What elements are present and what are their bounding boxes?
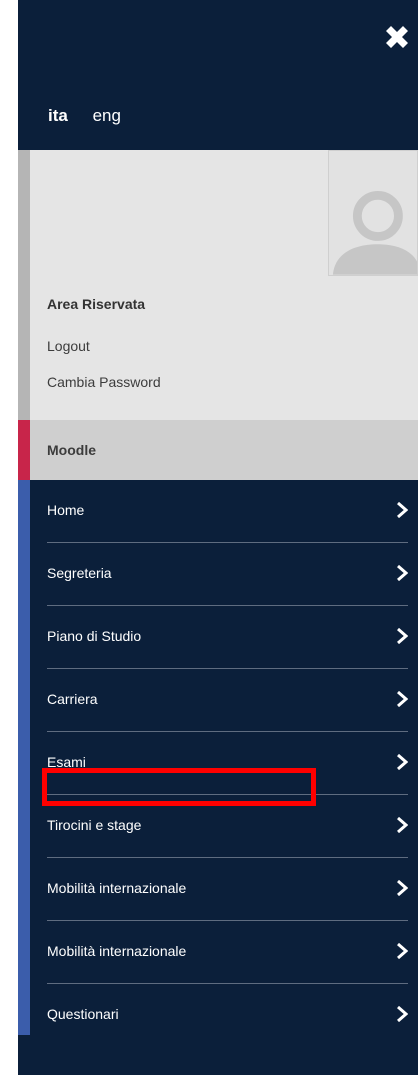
- user-avatar-icon: [328, 150, 418, 276]
- menu-item-home[interactable]: Home: [47, 480, 408, 542]
- chevron-right-icon: [396, 754, 408, 770]
- lang-eng[interactable]: eng: [93, 106, 121, 125]
- close-icon[interactable]: [382, 22, 412, 52]
- menu-item-label: Mobilità internazionale: [47, 880, 187, 896]
- menu-item-label: Segreteria: [47, 565, 112, 581]
- user-box: Area Riservata Logout Cambia Password: [18, 150, 418, 420]
- moodle-section[interactable]: Moodle: [18, 420, 418, 480]
- menu-item-segreteria[interactable]: Segreteria: [47, 543, 408, 605]
- menu-item-piano-di-studio[interactable]: Piano di Studio: [47, 606, 408, 668]
- side-menu-panel: ita eng Area Riservata Logout Cambia Pas…: [18, 0, 418, 1075]
- menu-item-label: Esami: [47, 754, 86, 770]
- logout-link[interactable]: Logout: [47, 338, 90, 354]
- menu-item-questionari[interactable]: Questionari: [47, 984, 408, 1046]
- menu-item-carriera[interactable]: Carriera: [47, 669, 408, 731]
- menu-item-label: Home: [47, 502, 85, 518]
- menu-item-esami[interactable]: Esami: [47, 732, 408, 794]
- menu-item-label: Mobilità internazionale: [47, 943, 187, 959]
- chevron-right-icon: [396, 691, 408, 707]
- main-menu: Home Segreteria Piano di Studio Carriera…: [18, 480, 418, 1035]
- chevron-right-icon: [396, 1006, 408, 1022]
- menu-item-label: Questionari: [47, 1006, 119, 1022]
- chevron-right-icon: [396, 880, 408, 896]
- menu-item-mobilita-internazionale-2[interactable]: Mobilità internazionale: [47, 921, 408, 983]
- menu-item-label: Tirocini e stage: [47, 817, 142, 833]
- change-password-link[interactable]: Cambia Password: [47, 374, 161, 390]
- menu-item-mobilita-internazionale[interactable]: Mobilità internazionale: [47, 858, 408, 920]
- area-riservata-title: Area Riservata: [47, 296, 146, 312]
- menu-item-label: Carriera: [47, 691, 98, 707]
- language-switcher: ita eng: [48, 106, 141, 126]
- lang-ita[interactable]: ita: [48, 106, 68, 125]
- chevron-right-icon: [396, 817, 408, 833]
- menu-item-tirocini-e-stage[interactable]: Tirocini e stage: [47, 795, 408, 857]
- chevron-right-icon: [396, 628, 408, 644]
- chevron-right-icon: [396, 943, 408, 959]
- menu-item-label: Piano di Studio: [47, 628, 142, 644]
- chevron-right-icon: [396, 565, 408, 581]
- chevron-right-icon: [396, 502, 408, 518]
